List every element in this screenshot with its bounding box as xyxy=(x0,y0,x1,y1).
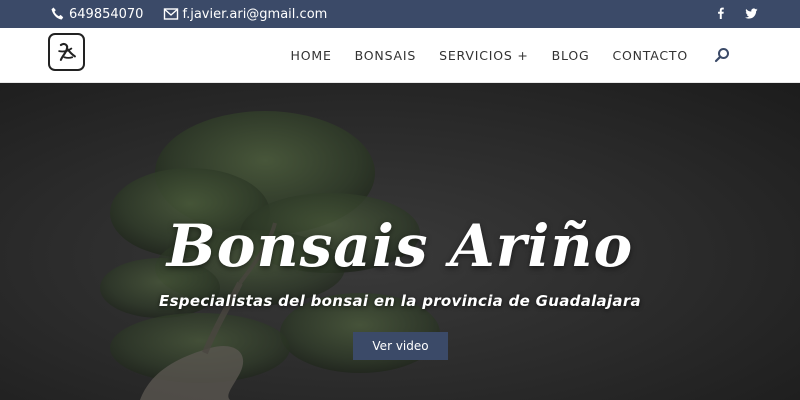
site-header: HOME BONSAIS SERVICIOS + BLOG CONTACTO xyxy=(0,28,800,83)
nav-item-servicios[interactable]: SERVICIOS + xyxy=(439,48,529,63)
phone-number: 649854070 xyxy=(69,6,144,22)
nav-item-home[interactable]: HOME xyxy=(291,48,332,63)
top-bar: 649854070 f.javier.ari@gmail.com xyxy=(0,0,800,28)
hero-section: Bonsais Ariño Especialistas del bonsai e… xyxy=(0,83,800,400)
envelope-icon xyxy=(163,6,179,22)
email-link[interactable]: f.javier.ari@gmail.com xyxy=(163,6,327,22)
phone-icon xyxy=(50,6,66,22)
hero-title: Bonsais Ariño xyxy=(166,212,634,280)
site-logo[interactable] xyxy=(48,33,85,71)
nav-item-bonsais[interactable]: BONSAIS xyxy=(355,48,416,63)
bonsai-logo-icon xyxy=(57,42,76,61)
nav-item-blog[interactable]: BLOG xyxy=(552,48,590,63)
email-address: f.javier.ari@gmail.com xyxy=(182,6,328,22)
facebook-icon[interactable] xyxy=(714,6,728,20)
main-nav: HOME BONSAIS SERVICIOS + BLOG CONTACTO xyxy=(268,28,688,83)
nav-item-contacto[interactable]: CONTACTO xyxy=(612,48,688,63)
twitter-icon[interactable] xyxy=(744,6,758,20)
search-icon[interactable] xyxy=(714,47,730,63)
hero-subtitle: Especialistas del bonsai en la provincia… xyxy=(159,292,641,310)
phone-link[interactable]: 649854070 xyxy=(50,6,143,22)
social-links xyxy=(714,6,758,20)
watch-video-button[interactable]: Ver video xyxy=(353,332,448,360)
contact-info: 649854070 f.javier.ari@gmail.com xyxy=(50,6,327,22)
